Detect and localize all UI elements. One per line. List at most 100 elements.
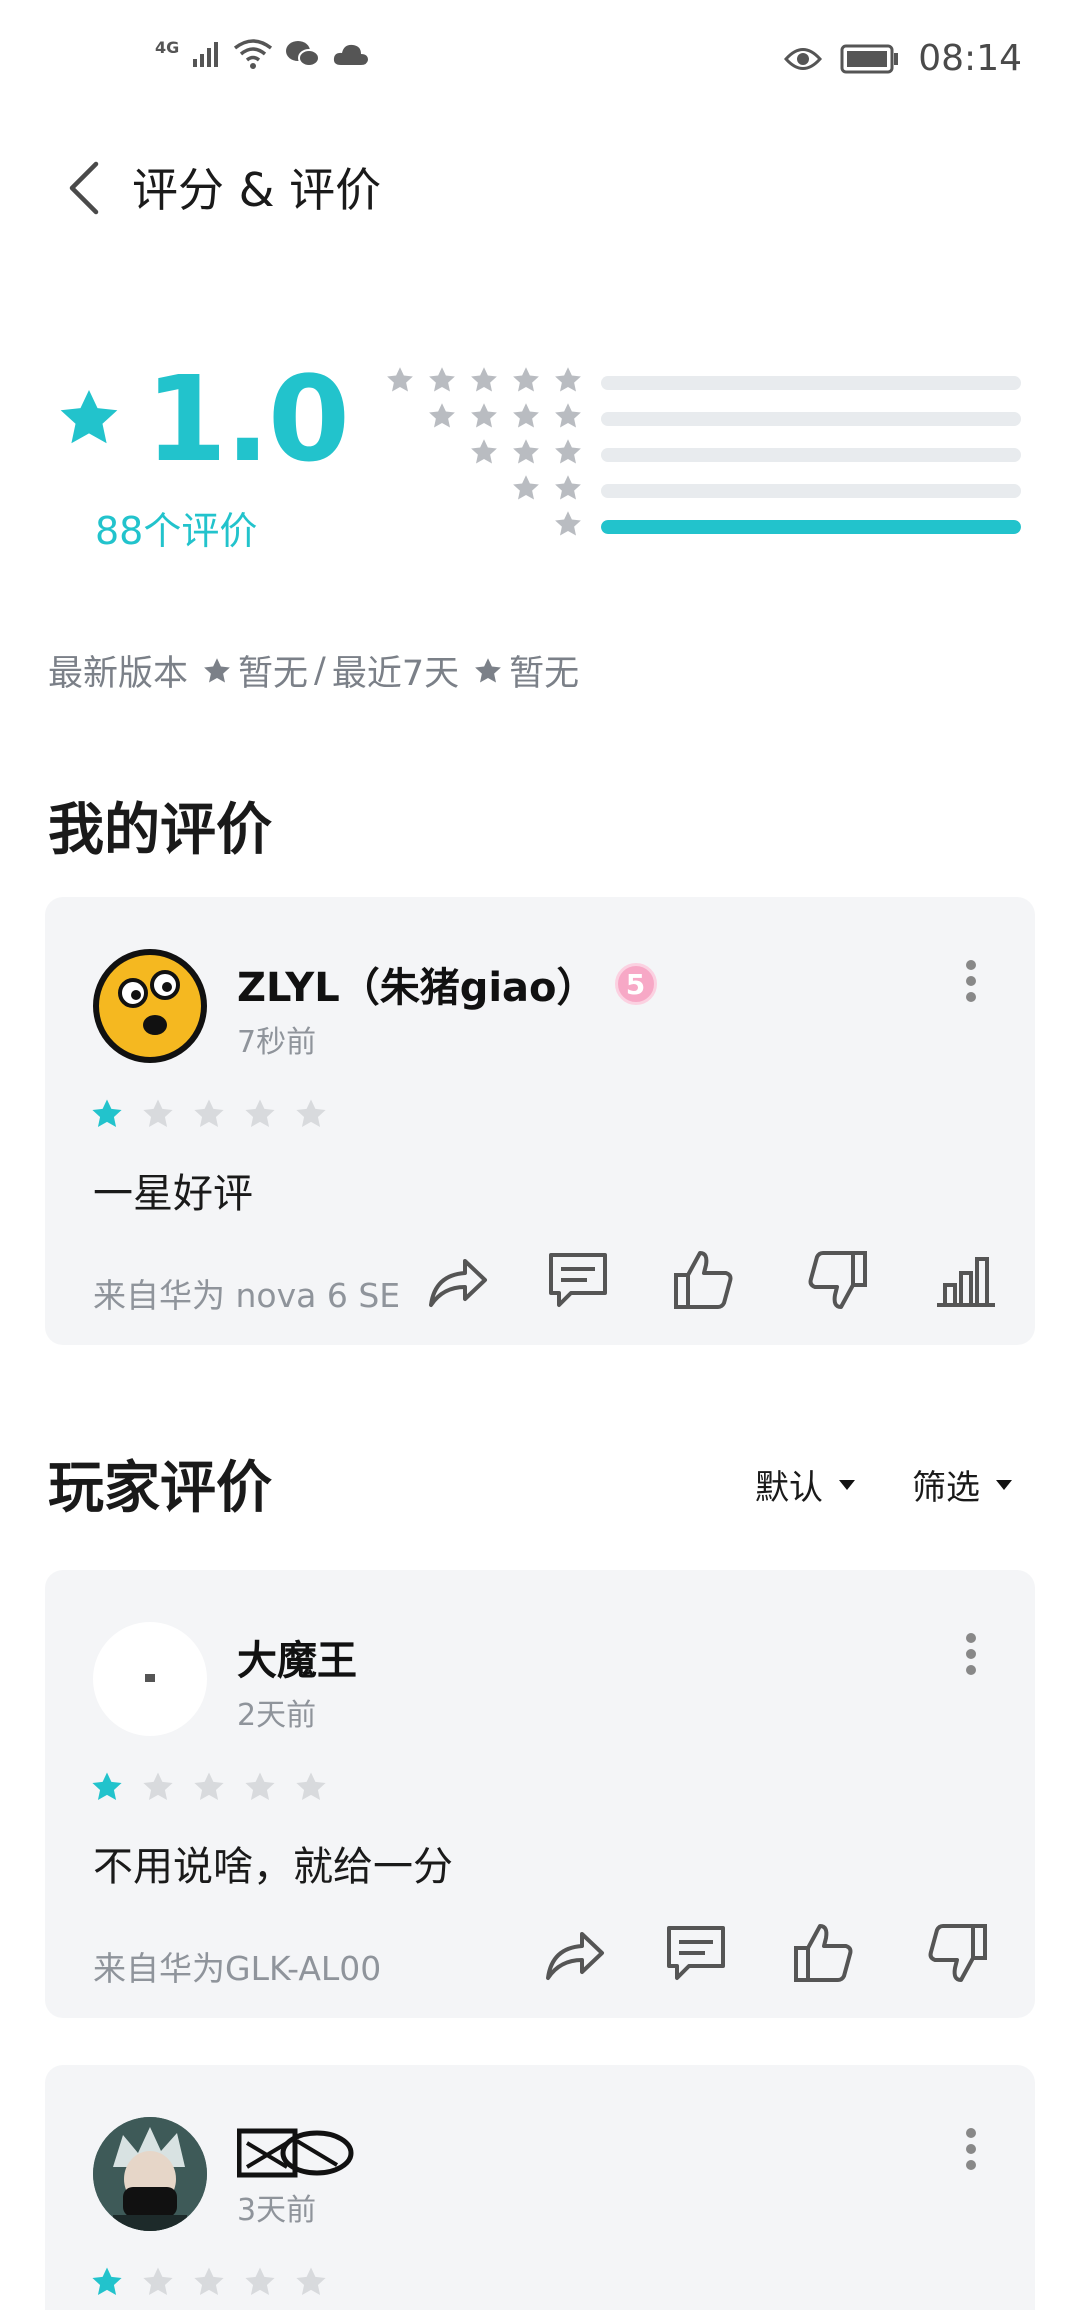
avatar-ninja-icon — [93, 2117, 207, 2231]
scribbled-name-icon — [236, 2128, 354, 2178]
sort-dropdown[interactable]: 默认 — [755, 1460, 857, 1509]
review-stars — [90, 2265, 328, 2299]
star-empty-icon — [194, 1099, 224, 1128]
username-text: ZLYL（朱猪giao） — [237, 965, 597, 1011]
time-ago: 7秒前 — [237, 1025, 317, 1060]
filter-dropdown[interactable]: 筛选 — [912, 1460, 1014, 1509]
latest-version-value: 暂无 — [238, 654, 309, 694]
distribution-row — [385, 401, 1025, 437]
review-comment: 不用说啥，就给一分 — [93, 1844, 453, 1890]
distribution-bar — [601, 412, 1021, 426]
review-count: 88个评价 — [95, 509, 258, 553]
caret-down-icon — [996, 1479, 1012, 1490]
distribution-stars — [427, 401, 583, 437]
star-icon — [513, 475, 539, 500]
star-filled-icon — [92, 1099, 122, 1128]
player-reviews-title: 玩家评价 — [48, 1456, 272, 1521]
star-icon — [555, 439, 581, 464]
comment-icon[interactable] — [545, 1247, 611, 1313]
star-empty-icon — [245, 2267, 275, 2296]
distribution-stars — [385, 365, 583, 401]
star-filled-icon — [92, 2267, 122, 2296]
avatar[interactable] — [93, 2117, 207, 2231]
star-icon — [513, 367, 539, 392]
level-badge: 5 — [614, 963, 657, 1005]
star-empty-icon — [296, 1099, 326, 1128]
star-empty-icon — [194, 2267, 224, 2296]
star-empty-icon — [143, 2267, 173, 2296]
separator: / — [314, 650, 326, 691]
latest-version-label: 最新版本 — [48, 654, 189, 694]
star-empty-icon — [245, 1772, 275, 1801]
status-time: 08:14 — [918, 38, 1022, 79]
filter-label: 筛选 — [912, 1468, 980, 1508]
network-label: 4G — [155, 38, 180, 57]
star-icon — [555, 475, 581, 500]
star-icon — [513, 439, 539, 464]
distribution-bar-fill — [601, 520, 1021, 534]
star-empty-icon — [143, 1772, 173, 1801]
star-icon — [555, 367, 581, 392]
signal-icon — [193, 42, 219, 67]
share-icon[interactable] — [425, 1247, 491, 1313]
level-badge-text: 5 — [625, 967, 646, 1001]
header: 评分 & 评价 — [0, 140, 1080, 230]
star-icon — [60, 389, 118, 444]
battery-icon — [840, 44, 899, 73]
star-empty-icon — [245, 1099, 275, 1128]
time-ago: 2天前 — [237, 1698, 317, 1733]
average-score: 1.0 — [145, 350, 350, 488]
stats-icon[interactable] — [933, 1247, 999, 1313]
star-icon — [471, 367, 497, 392]
star-icon — [387, 367, 413, 392]
dislike-icon[interactable] — [805, 1247, 871, 1313]
my-review-card: ZLYL（朱猪giao） 5 7秒前 一星好评 来自华为 nova 6 SE — [45, 897, 1035, 1345]
distribution-bar — [601, 520, 1021, 534]
like-icon[interactable] — [790, 1920, 856, 1986]
review-card: 大魔王 2天前 不用说啥，就给一分 来自华为GLK-AL00 — [45, 1570, 1035, 2018]
share-icon[interactable] — [542, 1920, 608, 1986]
review-stars — [90, 1770, 328, 1804]
dislike-icon[interactable] — [925, 1920, 991, 1986]
like-icon[interactable] — [670, 1247, 736, 1313]
device-label: 来自华为 nova 6 SE — [93, 1276, 401, 1315]
avatar[interactable] — [93, 949, 207, 1063]
distribution-row — [385, 437, 1025, 473]
status-left: 4G — [155, 38, 369, 70]
wechat-icon — [286, 41, 321, 67]
review-card: 3天前 — [45, 2065, 1035, 2310]
username[interactable]: ZLYL（朱猪giao） 5 — [237, 955, 657, 1013]
star-empty-icon — [296, 1772, 326, 1801]
star-icon — [475, 657, 501, 682]
status-bar: 4G 08:14 — [0, 0, 1080, 120]
username[interactable]: 大魔王 — [237, 1628, 357, 1686]
sort-label: 默认 — [755, 1468, 823, 1508]
time-ago: 3天前 — [237, 2193, 317, 2228]
page-title: 评分 & 评价 — [132, 163, 382, 217]
more-options-icon[interactable] — [965, 959, 977, 1003]
comment-icon[interactable] — [663, 1920, 729, 1986]
star-empty-icon — [194, 1772, 224, 1801]
distribution-bar — [601, 376, 1021, 390]
distribution-row — [385, 509, 1025, 545]
star-empty-icon — [143, 1099, 173, 1128]
avatar-face-icon — [118, 970, 180, 1035]
review-stars — [90, 1097, 328, 1131]
distribution-stars — [511, 473, 583, 509]
star-icon — [429, 367, 455, 392]
avatar[interactable] — [93, 1622, 207, 1736]
recent-label: 最近7天 — [331, 654, 460, 694]
username[interactable] — [236, 2123, 357, 2193]
more-options-icon[interactable] — [965, 1632, 977, 1676]
distribution-row — [385, 365, 1025, 401]
distribution-bar — [601, 484, 1021, 498]
cloud-icon — [334, 44, 369, 65]
back-icon[interactable] — [60, 158, 110, 218]
distribution-stars — [553, 509, 583, 545]
star-icon — [204, 657, 230, 682]
star-icon — [513, 403, 539, 428]
avatar-image-icon — [145, 1674, 155, 1682]
more-options-icon[interactable] — [965, 2127, 977, 2171]
star-empty-icon — [296, 2267, 326, 2296]
distribution-bar — [601, 448, 1021, 462]
